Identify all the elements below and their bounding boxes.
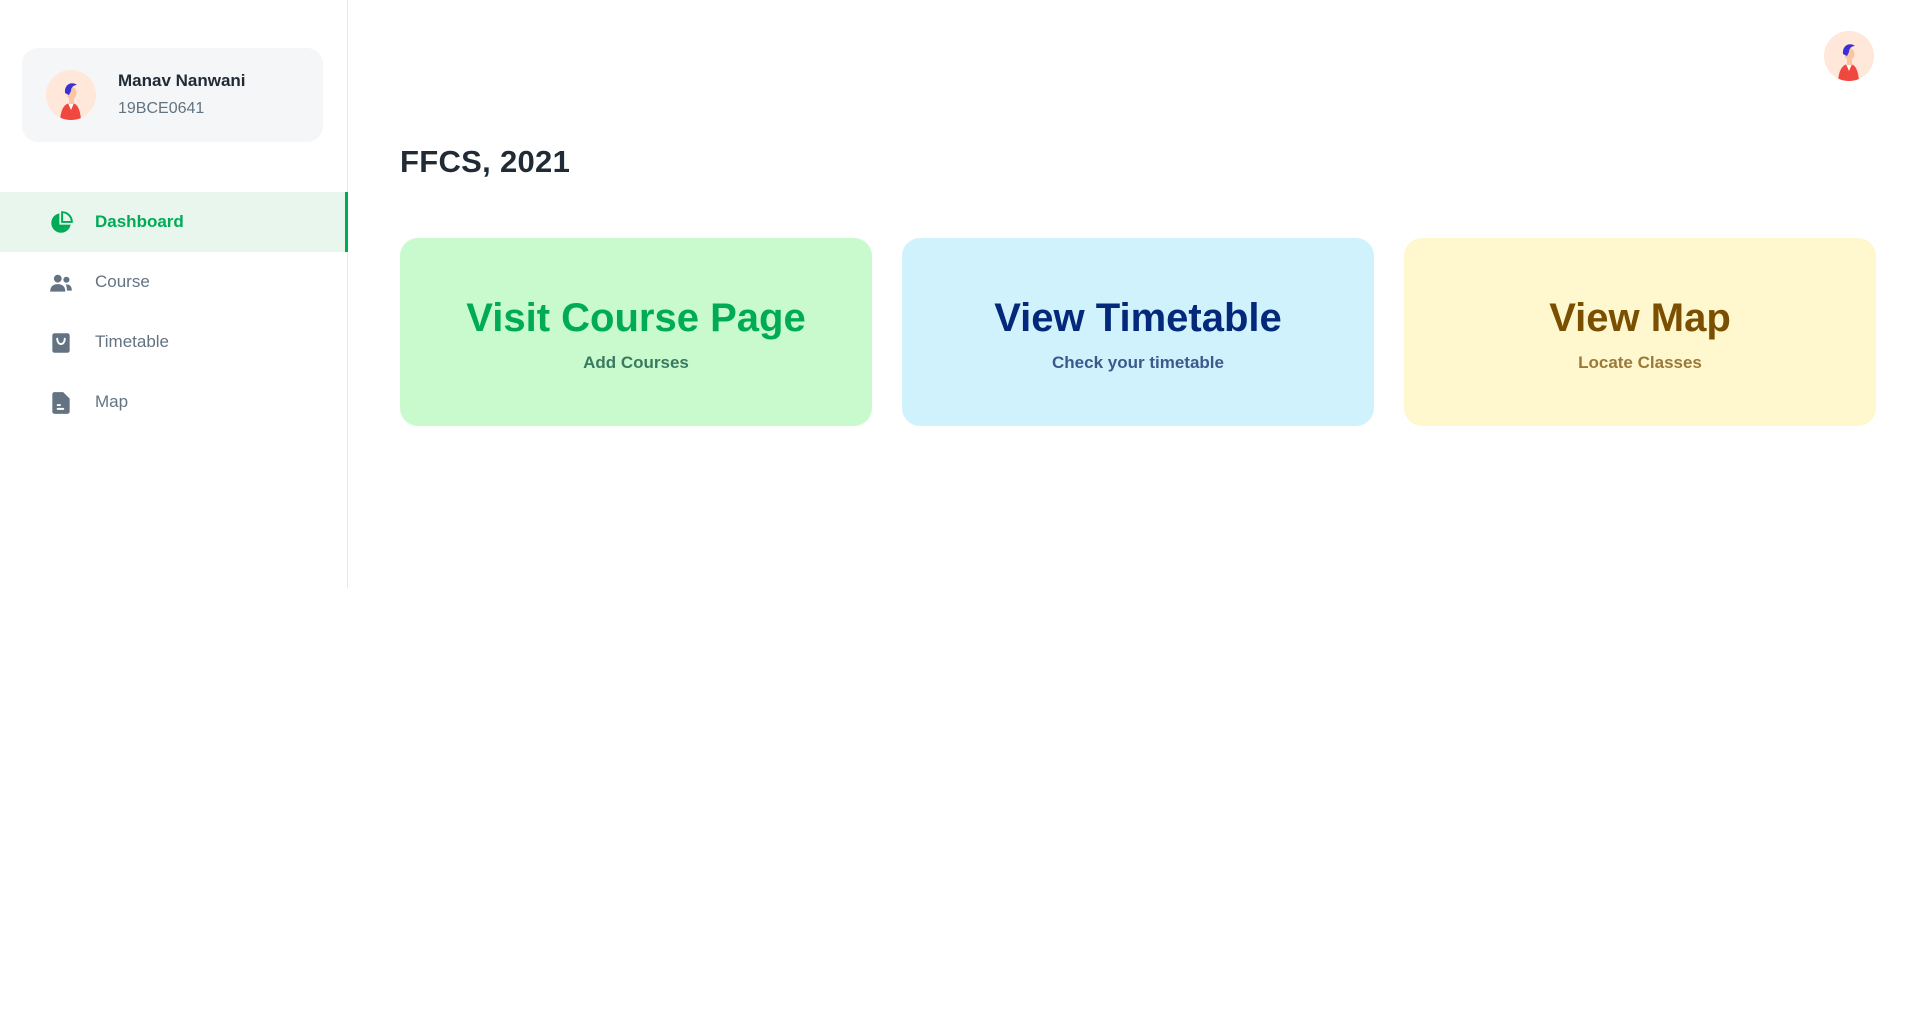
action-cards: Visit Course Page Add Courses View Timet…: [400, 238, 1876, 426]
card-title: Visit Course Page: [466, 296, 806, 340]
view-timetable-card[interactable]: View Timetable Check your timetable: [902, 238, 1374, 426]
card-title: View Timetable: [994, 296, 1282, 340]
sidebar-nav: Dashboard Course Timetable Map: [0, 192, 348, 432]
card-subtitle: Check your timetable: [1052, 353, 1224, 372]
shopping-bag-icon: [52, 333, 70, 353]
sidebar-item-label: Course: [95, 272, 150, 291]
sidebar-item-course[interactable]: Course: [0, 252, 348, 312]
view-map-card[interactable]: View Map Locate Classes: [1404, 238, 1876, 426]
app-root: Manav Nanwani 19BCE0641 Dashboard Course…: [0, 0, 1916, 1034]
card-subtitle: Locate Classes: [1578, 353, 1702, 372]
people-icon: [50, 274, 72, 292]
sidebar-item-map[interactable]: Map: [0, 372, 348, 432]
account-card[interactable]: Manav Nanwani 19BCE0641: [22, 48, 323, 142]
person-avatar-icon: [1824, 31, 1874, 81]
sidebar-item-timetable[interactable]: Timetable: [0, 312, 348, 372]
page-title: FFCS, 2021: [400, 144, 571, 179]
person-avatar-icon: [46, 70, 96, 120]
visit-course-page-card[interactable]: Visit Course Page Add Courses: [400, 238, 872, 426]
sidebar-item-label: Map: [95, 392, 129, 411]
card-subtitle: Add Courses: [583, 353, 689, 372]
avatar: [46, 70, 96, 120]
sidebar: Manav Nanwani 19BCE0641 Dashboard Course…: [0, 0, 348, 588]
pie-chart-icon: [51, 211, 73, 233]
card-title: View Map: [1549, 296, 1731, 340]
file-text-icon: [52, 392, 70, 414]
sidebar-item-dashboard[interactable]: Dashboard: [0, 192, 348, 252]
sidebar-item-label: Timetable: [95, 332, 170, 351]
account-name: Manav Nanwani: [118, 71, 246, 90]
sidebar-item-label: Dashboard: [95, 212, 184, 231]
account-id: 19BCE0641: [118, 100, 205, 117]
header-avatar[interactable]: [1824, 31, 1874, 81]
